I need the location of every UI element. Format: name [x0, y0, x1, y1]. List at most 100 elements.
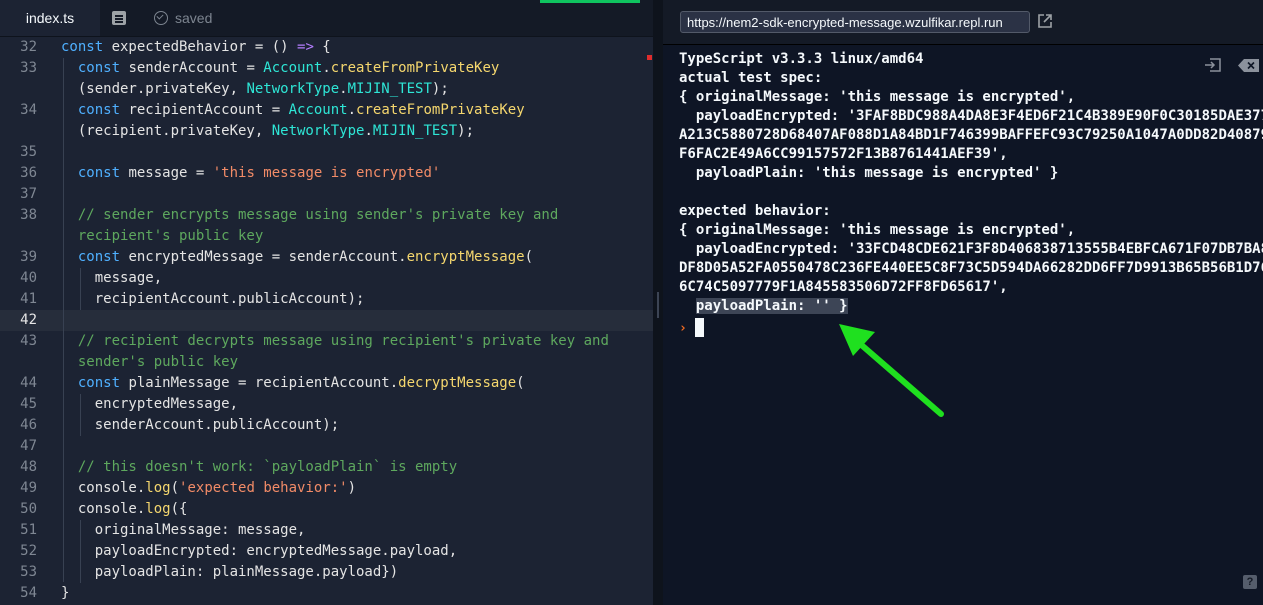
code-line[interactable]: 37	[0, 184, 653, 205]
code-line[interactable]: 45 encryptedMessage,	[0, 394, 653, 415]
tab-index-ts[interactable]: index.ts	[0, 0, 100, 36]
line-number: 33	[20, 60, 37, 76]
code-token: const	[61, 165, 129, 181]
code-line[interactable]: 34 const recipientAccount = Account.crea…	[0, 100, 653, 121]
green-annotation-arrow	[839, 324, 944, 417]
code-token: const	[61, 102, 129, 118]
console-line: payloadPlain: 'this message is encrypted…	[679, 165, 1059, 181]
code-line[interactable]: 51 originalMessage: message,	[0, 520, 653, 541]
code-line[interactable]: 52 payloadEncrypted: encryptedMessage.pa…	[0, 541, 653, 562]
code-line[interactable]: 41 recipientAccount.publicAccount);	[0, 289, 653, 310]
code-token: plainMessage = recipientAccount.	[128, 375, 399, 391]
repl-url-field[interactable]: https://nem2-sdk-encrypted-message.wzulf…	[680, 11, 1030, 33]
code-token: MIJIN_TEST	[372, 123, 458, 139]
code-text: sender's public key	[61, 352, 238, 373]
code-token: NetworkType	[246, 81, 340, 97]
code-text: message,	[61, 268, 162, 289]
console-line: { originalMessage: 'this message is encr…	[679, 222, 1076, 238]
code-text: // sender encrypts message using sender'…	[61, 205, 558, 226]
code-token: 'expected behavior:'	[179, 480, 348, 496]
error-marker	[647, 55, 652, 60]
code-token: )	[347, 480, 357, 496]
code-line[interactable]: 46 senderAccount.publicAccount);	[0, 415, 653, 436]
console-line: DF8D05A52FA0550478C236FE440EE5C8F73C5D59…	[679, 260, 1263, 276]
code-text: const encryptedMessage = senderAccount.e…	[61, 247, 533, 268]
code-token: .	[339, 81, 348, 97]
code-text: console.log('expected behavior:')	[61, 478, 356, 499]
line-number: 53	[20, 564, 37, 580]
code-text: senderAccount.publicAccount);	[61, 415, 339, 436]
code-token: console.	[61, 480, 146, 496]
code-line[interactable]: 39 const encryptedMessage = senderAccoun…	[0, 247, 653, 268]
code-line[interactable]: (sender.privateKey, NetworkType.MIJIN_TE…	[0, 79, 653, 100]
saved-check-icon	[154, 11, 168, 25]
code-token: senderAccount =	[128, 60, 264, 76]
code-line[interactable]: 38 // sender encrypts message using send…	[0, 205, 653, 226]
code-token: encryptedMessage,	[61, 396, 239, 412]
line-number: 49	[20, 480, 37, 496]
console-line: payloadEncrypted: '33FCD48CDE621F3F8D406…	[679, 241, 1263, 257]
code-line[interactable]: 32 const expectedBehavior = () => {	[0, 37, 653, 58]
editor-tab-bar: index.ts saved	[0, 0, 653, 37]
console-line: 6C74C5097779F1A845583506D72FF8FD65617',	[679, 279, 1008, 295]
code-line[interactable]: 47	[0, 436, 653, 457]
code-area[interactable]: 32 const expectedBehavior = () => {33 con…	[0, 37, 653, 604]
code-token: .	[364, 123, 373, 139]
code-line[interactable]: (recipient.privateKey, NetworkType.MIJIN…	[0, 121, 653, 142]
console-url-bar: https://nem2-sdk-encrypted-message.wzulf…	[663, 0, 1263, 45]
console-output: TypeScript v3.3.3 linux/amd64 actual test…	[679, 50, 1263, 316]
console-line: expected behavior:	[679, 203, 831, 219]
document-icon[interactable]	[112, 11, 126, 25]
indent-guide	[80, 268, 81, 310]
code-line[interactable]: 36 const message = 'this message is encr…	[0, 163, 653, 184]
code-line[interactable]: 50 console.log({	[0, 499, 653, 520]
code-token: const	[61, 39, 112, 55]
code-line[interactable]: 53 payloadPlain: plainMessage.payload})	[0, 562, 653, 583]
code-token: recipientAccount.publicAccount);	[61, 291, 365, 307]
code-line[interactable]: 44 const plainMessage = recipientAccount…	[0, 373, 653, 394]
code-token: console.	[61, 501, 146, 517]
code-text: const expectedBehavior = () => {	[61, 37, 331, 58]
line-number: 42	[20, 312, 37, 328]
code-line[interactable]: 42	[0, 310, 653, 331]
code-token: =>	[297, 39, 314, 55]
code-line[interactable]: 48 // this doesn't work: `payloadPlain` …	[0, 457, 653, 478]
code-token: sender's public key	[61, 354, 239, 370]
code-text: // recipient decrypts message using reci…	[61, 331, 609, 352]
code-line[interactable]: 54}	[0, 583, 653, 604]
code-line[interactable]: 35	[0, 142, 653, 163]
code-text: const recipientAccount = Account.createF…	[61, 100, 525, 121]
code-line[interactable]: 40 message,	[0, 268, 653, 289]
code-line[interactable]: 49 console.log('expected behavior:')	[0, 478, 653, 499]
code-token: message =	[128, 165, 213, 181]
help-icon[interactable]: ?	[1243, 575, 1257, 589]
code-token: recipient's public key	[61, 228, 264, 244]
line-number: 47	[20, 438, 37, 454]
code-token: );	[431, 81, 449, 97]
indent-guide	[80, 520, 81, 583]
code-text: const message = 'this message is encrypt…	[61, 163, 440, 184]
code-line[interactable]: 43 // recipient decrypts message using r…	[0, 331, 653, 352]
code-text: // this doesn't work: `payloadPlain` is …	[61, 457, 457, 478]
code-token: const	[61, 249, 129, 265]
line-number: 44	[20, 375, 37, 391]
code-text: recipientAccount.publicAccount);	[61, 289, 365, 310]
code-token: log	[145, 501, 171, 517]
code-text: console.log({	[61, 499, 188, 520]
code-token: NetworkType	[271, 123, 365, 139]
line-number: 45	[20, 396, 37, 412]
code-line[interactable]: 33 const senderAccount = Account.createF…	[0, 58, 653, 79]
code-text: recipient's public key	[61, 226, 263, 247]
code-token: payloadEncrypted: encryptedMessage.paylo…	[61, 543, 458, 559]
open-external-icon[interactable]	[1037, 13, 1053, 29]
console-line: { originalMessage: 'this message is encr…	[679, 89, 1076, 105]
indent-guide	[80, 394, 81, 436]
code-line[interactable]: sender's public key	[0, 352, 653, 373]
code-line[interactable]: recipient's public key	[0, 226, 653, 247]
line-number: 52	[20, 543, 37, 559]
code-text: payloadPlain: plainMessage.payload})	[61, 562, 398, 583]
code-token: .	[322, 60, 331, 76]
splitter-handle[interactable]	[657, 292, 659, 318]
line-number: 36	[20, 165, 37, 181]
code-editor[interactable]: index.ts saved 32 const expectedBehavior …	[0, 0, 653, 605]
